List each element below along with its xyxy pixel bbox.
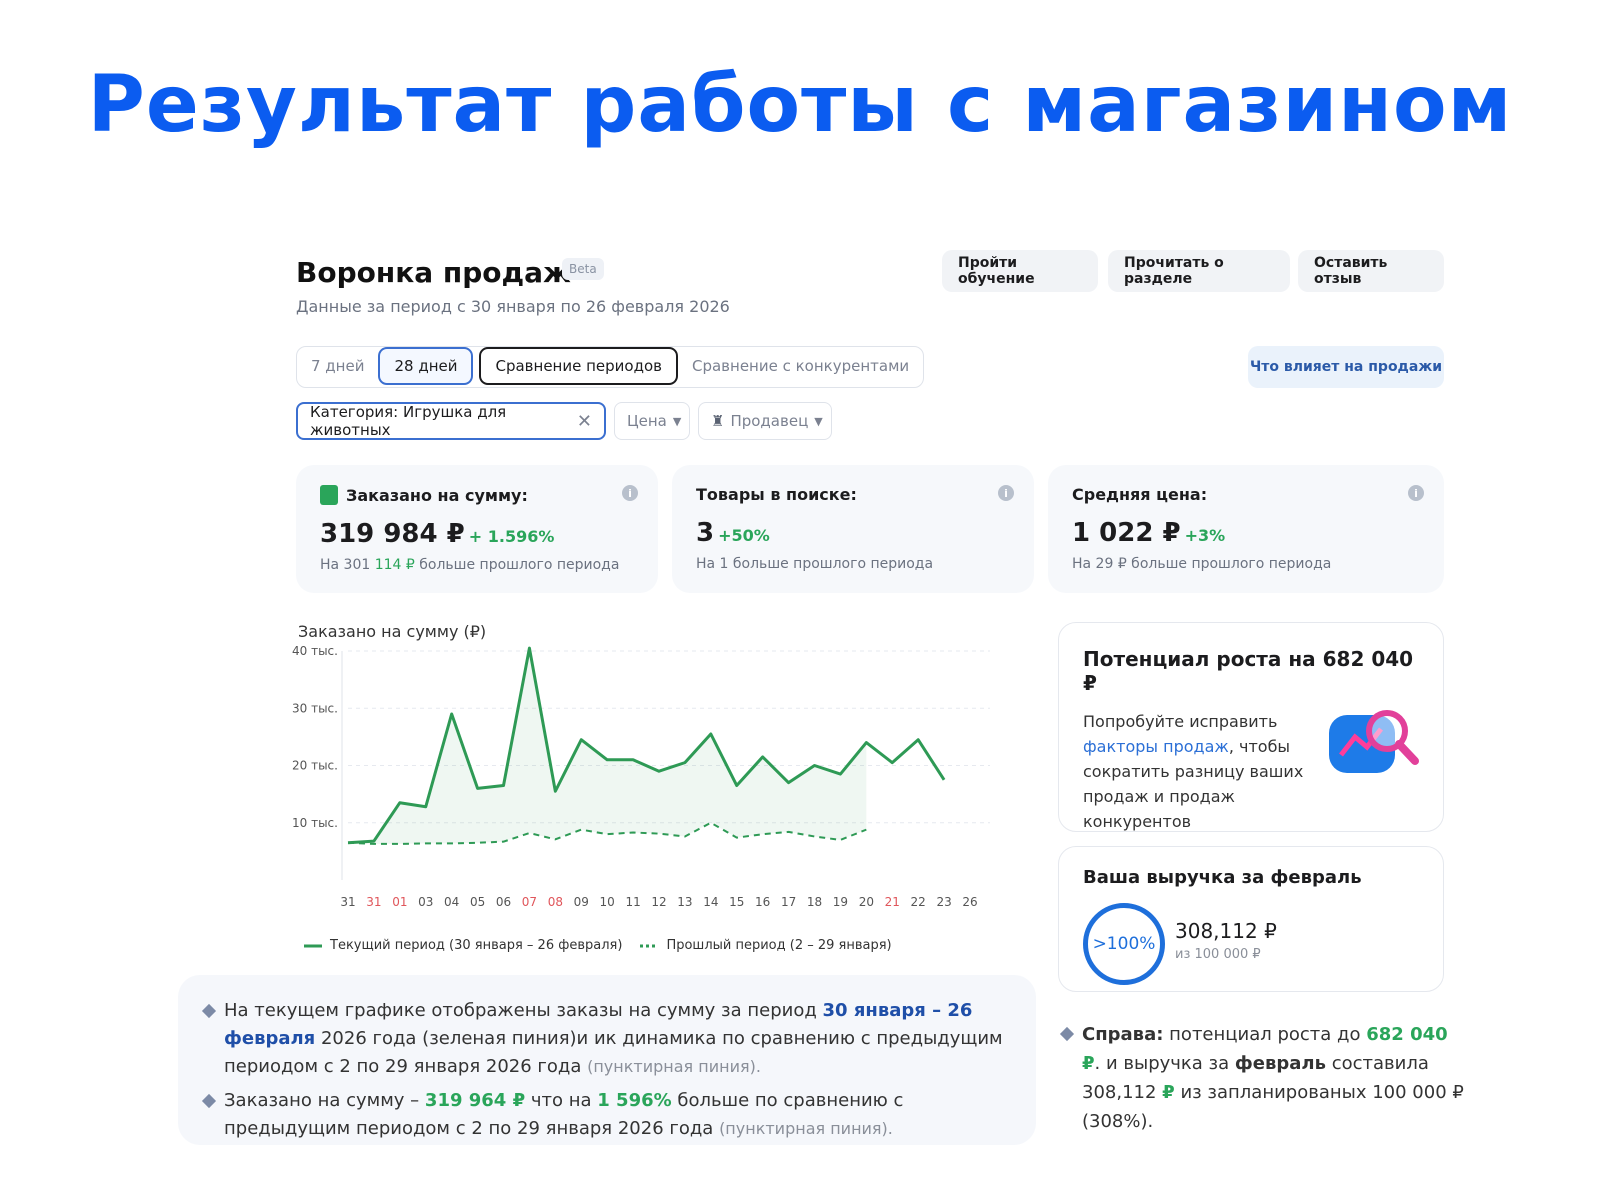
chevron-down-icon: ▼ xyxy=(672,414,682,428)
kpi-card-ordered-sum: Заказано на сумму: i 319 984 ₽ + 1.596% Н… xyxy=(296,465,658,593)
kpi-card-avg-price: Средняя цена: i 1 022 ₽ +3% На 29 ₽ больш… xyxy=(1048,465,1444,593)
chart-legend: Текущий период (30 января – 26 февраля) … xyxy=(304,938,892,953)
info-icon[interactable]: i xyxy=(998,485,1014,501)
chart-title: Заказано на сумму (₽) xyxy=(298,622,487,641)
growth-potential-card: Потенциал роста на 682 040 ₽ Попробуйте … xyxy=(1058,622,1444,832)
y-tick-label: 30 тыс. xyxy=(292,701,338,715)
sales-factors-button[interactable]: Что влияет на продажи xyxy=(1248,346,1444,388)
revenue-percent: >100% xyxy=(1092,934,1156,954)
sales-factors-link[interactable]: факторы продаж xyxy=(1083,737,1229,756)
x-tick-label: 26 xyxy=(962,895,977,909)
price-filter-label: Цена xyxy=(627,412,667,430)
legend-previous: Прошлый период (2 – 29 января) xyxy=(640,938,892,953)
tab-7-days[interactable]: 7 дней xyxy=(297,347,378,385)
right-summary-note: Справа: потенциал роста до 682 040 ₽. и … xyxy=(1059,1020,1470,1136)
about-section-button[interactable]: Прочитать о разделе xyxy=(1108,250,1290,292)
tab-compare-competitors[interactable]: Сравнение с конкурентами xyxy=(678,347,923,385)
y-tick-label: 20 тыс. xyxy=(292,759,338,773)
x-tick-label: 23 xyxy=(936,895,951,909)
feedback-button[interactable]: Оставить отзыв xyxy=(1298,250,1444,292)
period-tabs: 7 дней 28 дней Сравнение периодов Сравне… xyxy=(296,346,925,388)
kpi-title: Средняя цена: xyxy=(1072,485,1208,504)
y-tick-label: 10 тыс. xyxy=(292,816,338,830)
kpi-delta: +3% xyxy=(1184,526,1226,545)
y-tick-label: 40 тыс. xyxy=(292,645,338,658)
legend-solid-swatch xyxy=(304,944,322,947)
seller-icon: ♜ xyxy=(711,412,725,430)
x-tick-label: 14 xyxy=(703,895,718,909)
sales-line-chart: 10 тыс. 20 тыс. 30 тыс. 40 тыс. 31 31 01 03 04 05… xyxy=(292,645,990,909)
legend-current: Текущий период (30 января – 26 февраля) xyxy=(304,938,622,953)
legend-previous-label: Прошлый период (2 – 29 января) xyxy=(666,938,892,953)
beta-badge: Beta xyxy=(562,258,604,280)
x-tick-label: 05 xyxy=(470,895,485,909)
kpi-card-search-items: Товары в поиске: i 3 +50% На 1 больше про… xyxy=(672,465,1034,593)
x-tick-label: 31 xyxy=(366,895,381,909)
info-icon[interactable]: i xyxy=(622,485,638,501)
x-tick-label: 03 xyxy=(418,895,433,909)
analytics-magnifier-icon xyxy=(1329,710,1419,773)
revenue-target: из 100 000 ₽ xyxy=(1175,947,1261,962)
x-tick-label: 18 xyxy=(807,895,822,909)
chevron-down-icon: ▼ xyxy=(814,414,823,428)
x-tick-label: 15 xyxy=(729,895,744,909)
tab-compare-periods[interactable]: Сравнение периодов xyxy=(479,347,678,385)
price-filter[interactable]: Цена ▼ xyxy=(614,402,690,440)
comparison-area xyxy=(348,648,867,844)
kpi-value: 319 984 ₽ xyxy=(320,519,465,549)
seller-filter[interactable]: ♜ Продавец ▼ xyxy=(698,402,832,440)
x-tick-label: 20 xyxy=(859,895,874,909)
x-tick-label: 17 xyxy=(781,895,796,909)
seller-filter-label: Продавец xyxy=(730,412,809,430)
kpi-note-amount: 114 ₽ xyxy=(374,557,415,573)
x-tick-label: 07 xyxy=(522,895,537,909)
kpi-note: На 1 больше прошлого периода xyxy=(696,556,934,572)
training-button[interactable]: Пройти обучение xyxy=(942,250,1098,292)
x-tick-label: 21 xyxy=(885,895,900,909)
kpi-note-prefix: На 301 xyxy=(320,557,371,573)
receipt-icon xyxy=(320,485,338,505)
x-tick-label: 09 xyxy=(574,895,589,909)
revenue-amount: 308,112 ₽ xyxy=(1175,919,1277,943)
x-tick-label: 08 xyxy=(548,895,563,909)
kpi-title: Заказано на сумму: xyxy=(346,485,528,505)
tab-28-days[interactable]: 28 дней xyxy=(378,347,474,385)
x-tick-label: 06 xyxy=(496,895,511,909)
potential-text: Попробуйте исправить факторы продаж, что… xyxy=(1083,712,1304,831)
x-tick-label: 11 xyxy=(625,895,640,909)
slide-title: Результат работы с магазином xyxy=(87,60,1513,150)
info-icon[interactable]: i xyxy=(1408,485,1424,501)
kpi-delta: +50% xyxy=(718,526,770,545)
category-filter[interactable]: Категория: Игрушка для животных ✕ xyxy=(296,402,606,440)
x-tick-label: 22 xyxy=(911,895,926,909)
potential-title: Потенциал роста на 682 040 ₽ xyxy=(1083,647,1414,695)
clear-icon[interactable]: ✕ xyxy=(577,411,592,432)
february-revenue-card: Ваша выручка за февраль >100% 308,112 ₽ … xyxy=(1058,846,1444,992)
chart-notes: На текущем графике отображены заказы на … xyxy=(178,975,1036,1145)
note-item: Заказано на сумму – 319 964 ₽ что на 1 5… xyxy=(201,1087,1012,1143)
x-tick-label: 04 xyxy=(444,895,459,909)
category-filter-label: Категория: Игрушка для животных xyxy=(310,403,507,439)
revenue-progress-ring: >100% xyxy=(1083,903,1165,985)
kpi-note-suffix: больше прошлого периода xyxy=(419,557,620,573)
legend-current-label: Текущий период (30 января – 26 февраля) xyxy=(330,938,623,953)
note-item: На текущем графике отображены заказы на … xyxy=(201,997,1012,1081)
x-tick-label: 31 xyxy=(340,895,355,909)
kpi-title: Товары в поиске: xyxy=(696,485,857,504)
x-tick-label: 16 xyxy=(755,895,770,909)
page-title: Воронка продаж xyxy=(296,256,571,289)
kpi-value: 3 xyxy=(696,518,715,548)
x-tick-label: 12 xyxy=(651,895,666,909)
x-tick-label: 10 xyxy=(600,895,615,909)
kpi-delta: + 1.596% xyxy=(468,527,555,546)
x-tick-label: 13 xyxy=(677,895,692,909)
x-tick-label: 19 xyxy=(833,895,848,909)
kpi-note: На 29 ₽ больше прошлого периода xyxy=(1072,556,1332,572)
revenue-title: Ваша выручка за февраль xyxy=(1083,867,1362,888)
kpi-value: 1 022 ₽ xyxy=(1072,518,1181,548)
legend-dashed-swatch xyxy=(640,944,659,947)
period-subtitle: Данные за период с 30 января по 26 февра… xyxy=(296,297,730,316)
x-tick-label: 01 xyxy=(392,895,407,909)
